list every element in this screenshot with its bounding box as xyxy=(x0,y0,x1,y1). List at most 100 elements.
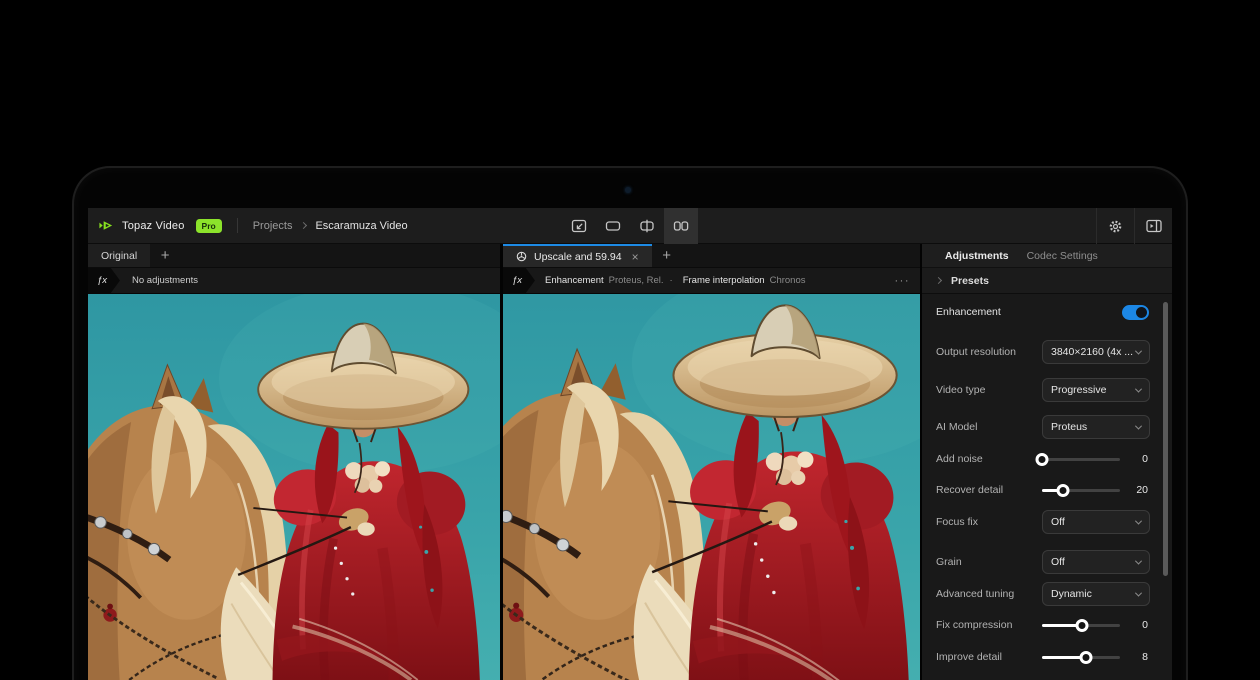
settings-button[interactable] xyxy=(1096,208,1134,244)
effects-overflow-button[interactable]: ··· xyxy=(895,275,911,287)
slider-thumb[interactable] xyxy=(1057,484,1070,497)
enhancement-effect-label[interactable]: Enhancement xyxy=(545,275,604,286)
webcam-icon xyxy=(625,187,631,193)
fx-badge-icon: ƒx xyxy=(88,268,120,294)
dropdown-value: Proteus xyxy=(1051,421,1136,433)
chevron-down-icon xyxy=(1135,347,1142,354)
output-resolution-label: Output resolution xyxy=(936,340,1016,364)
slider-thumb[interactable] xyxy=(1075,619,1088,632)
ai-model-row: AI Model Proteus xyxy=(922,415,1172,439)
upscaled-tab-bar: Upscale and 59.94 × + xyxy=(503,244,920,268)
advanced-tuning-dropdown[interactable]: Dynamic xyxy=(1042,582,1150,606)
split-view-button[interactable] xyxy=(630,208,664,244)
add-noise-row: Add noise 0 xyxy=(922,447,1172,471)
ai-model-dropdown[interactable]: Proteus xyxy=(1042,415,1150,439)
sidebar-scrollbar[interactable] xyxy=(1163,302,1168,576)
improve-detail-label: Improve detail xyxy=(936,645,1002,669)
slider-thumb[interactable] xyxy=(1036,453,1049,466)
improve-detail-slider[interactable] xyxy=(1042,651,1120,664)
dropdown-value: Off xyxy=(1051,556,1136,568)
upscaled-effects-bar: ƒx Enhancement Proteus, Rel. · Frame int… xyxy=(503,268,920,294)
enhancement-row: Enhancement xyxy=(922,300,1172,324)
app-title: Topaz Video xyxy=(122,220,185,232)
advanced-tuning-row: Advanced tuning Dynamic xyxy=(922,582,1172,606)
output-resolution-dropdown[interactable]: 3840×2160 (4x ... xyxy=(1042,340,1150,364)
gear-icon xyxy=(1108,219,1123,234)
tab-codec-settings[interactable]: Codec Settings xyxy=(1027,250,1098,262)
chevron-down-icon xyxy=(1135,422,1142,429)
app-window: Topaz Video Pro Projects Escaramuza Vide… xyxy=(88,208,1172,680)
fx-badge-icon: ƒx xyxy=(503,268,535,294)
fit-view-button[interactable] xyxy=(562,208,596,244)
recover-detail-row: Recover detail 20 xyxy=(922,478,1172,502)
frame-interpolation-effect-label[interactable]: Frame interpolation xyxy=(683,275,765,286)
dropdown-value: Off xyxy=(1051,516,1136,528)
top-toolbar: Topaz Video Pro Projects Escaramuza Vide… xyxy=(88,208,1172,244)
presets-section[interactable]: Presets xyxy=(922,268,1172,294)
original-effects-bar: ƒx No adjustments xyxy=(88,268,500,294)
recover-detail-value: 20 xyxy=(1136,478,1148,502)
chevron-down-icon xyxy=(1135,557,1142,564)
fix-compression-label: Fix compression xyxy=(936,613,1012,637)
enhancement-effect-detail: Proteus, Rel. xyxy=(609,275,664,286)
close-icon[interactable]: × xyxy=(632,250,639,264)
view-mode-group xyxy=(562,208,698,244)
add-noise-slider[interactable] xyxy=(1042,453,1120,466)
dropdown-value: Dynamic xyxy=(1051,588,1136,600)
breadcrumb: Projects Escaramuza Video xyxy=(253,220,408,232)
add-noise-label: Add noise xyxy=(936,447,983,471)
slider-thumb[interactable] xyxy=(1079,651,1092,664)
side-by-side-view-button[interactable] xyxy=(664,208,698,244)
fix-compression-value: 0 xyxy=(1142,613,1148,637)
tab-original[interactable]: Original xyxy=(88,244,150,267)
breadcrumb-projects[interactable]: Projects xyxy=(253,220,293,232)
original-video-frame xyxy=(88,294,500,680)
main-content: Original + ƒx No adjustments xyxy=(88,244,1172,680)
toggle-knob xyxy=(1136,307,1147,318)
dropdown-value: 3840×2160 (4x ... xyxy=(1051,346,1136,358)
chevron-right-icon xyxy=(300,222,307,229)
grain-dropdown[interactable]: Off xyxy=(1042,550,1150,574)
fix-compression-slider[interactable] xyxy=(1042,619,1120,632)
recover-detail-label: Recover detail xyxy=(936,478,1003,502)
dropdown-value: Progressive xyxy=(1051,384,1136,396)
single-view-button[interactable] xyxy=(596,208,630,244)
improve-detail-row: Improve detail 8 xyxy=(922,645,1172,669)
tab-upscale[interactable]: Upscale and 59.94 × xyxy=(503,244,652,267)
desktop-background: Topaz Video Pro Projects Escaramuza Vide… xyxy=(0,0,1260,680)
grain-label: Grain xyxy=(936,550,962,574)
single-view-icon xyxy=(605,218,621,234)
upscaled-video-preview[interactable] xyxy=(503,294,920,680)
output-resolution-row: Output resolution 3840×2160 (4x ... xyxy=(922,340,1172,364)
presets-label: Presets xyxy=(951,275,989,287)
original-video-preview[interactable] xyxy=(88,294,500,680)
chevron-right-icon xyxy=(935,277,942,284)
toolbar-divider xyxy=(237,218,238,233)
no-adjustments-label: No adjustments xyxy=(132,275,198,286)
topaz-logo-icon xyxy=(98,219,115,232)
enhancement-label: Enhancement xyxy=(936,300,1001,324)
focus-fix-dropdown[interactable]: Off xyxy=(1042,510,1150,534)
frame-interpolation-effect-detail: Chronos xyxy=(770,275,806,286)
video-type-row: Video type Progressive xyxy=(922,378,1172,402)
add-tab-button[interactable]: + xyxy=(150,244,180,267)
side-by-side-view-icon xyxy=(673,218,689,234)
recover-detail-slider[interactable] xyxy=(1042,484,1120,497)
export-panel-button[interactable] xyxy=(1134,208,1172,244)
add-tab-button[interactable]: + xyxy=(652,244,682,267)
effects-separator: · xyxy=(670,275,673,286)
advanced-tuning-label: Advanced tuning xyxy=(936,582,1014,606)
proteus-wheel-icon xyxy=(516,251,527,262)
grain-row: Grain Off xyxy=(922,550,1172,574)
adjustments-sidebar: Adjustments Codec Settings Presets Enhan… xyxy=(922,244,1172,680)
tab-adjustments[interactable]: Adjustments xyxy=(945,250,1009,262)
toolbar-right-tools xyxy=(1096,208,1172,244)
enhancement-toggle[interactable] xyxy=(1122,305,1149,320)
upscaled-panel: Upscale and 59.94 × + ƒx Enhancement Pro… xyxy=(503,244,920,680)
chevron-down-icon xyxy=(1135,589,1142,596)
chevron-down-icon xyxy=(1135,517,1142,524)
upscaled-video-frame xyxy=(503,294,920,680)
ai-model-label: AI Model xyxy=(936,415,977,439)
video-type-dropdown[interactable]: Progressive xyxy=(1042,378,1150,402)
original-panel: Original + ƒx No adjustments xyxy=(88,244,500,680)
